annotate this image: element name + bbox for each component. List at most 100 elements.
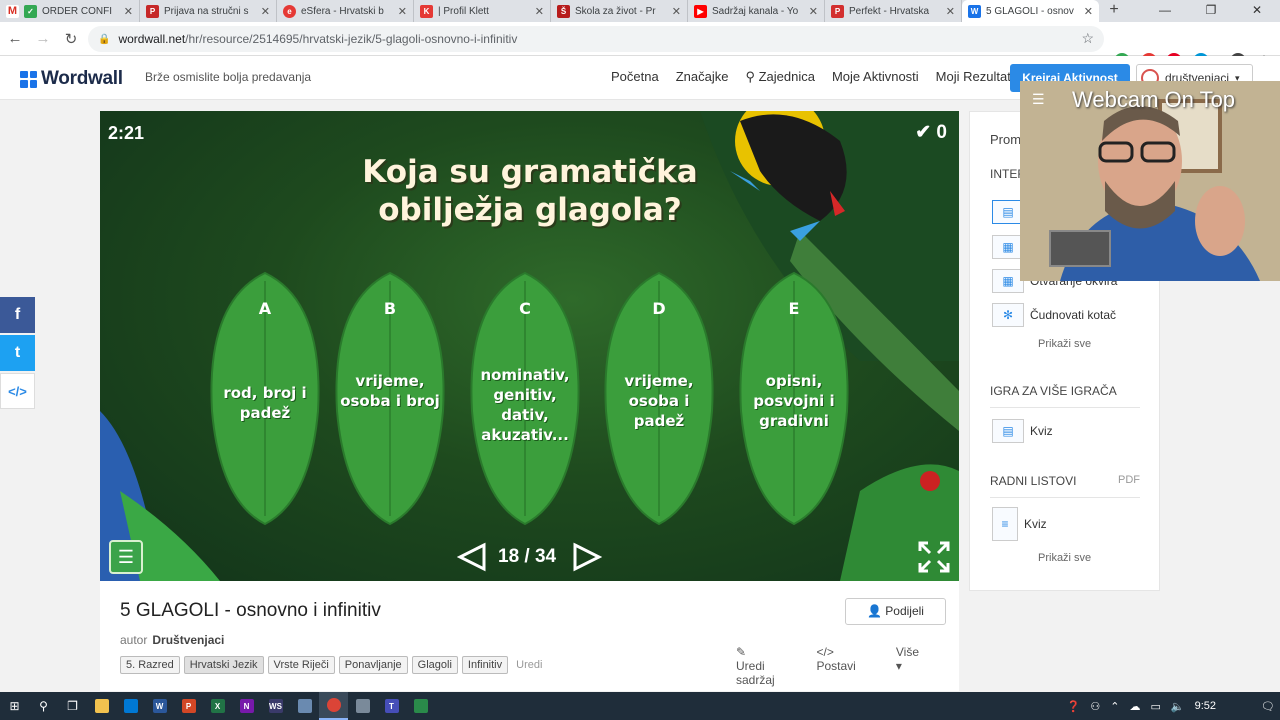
browser-tab[interactable]: M ✓ ORDER CONFI ✕	[0, 0, 140, 22]
browser-tab[interactable]: Š Škola za život - Pr ✕	[551, 0, 688, 22]
app-icon[interactable]	[348, 692, 377, 720]
author-link[interactable]: Društvenjaci	[152, 633, 224, 647]
browser-tab-active[interactable]: W5 GLAGOLI - osnov ✕	[962, 0, 1099, 22]
window-controls: — ❐ ✕	[1142, 0, 1280, 22]
app-ws-icon[interactable]: WS	[261, 692, 290, 720]
edit-tags-link[interactable]: Uredi	[516, 656, 542, 674]
onenote-icon[interactable]: N	[232, 692, 261, 720]
answer-leaf-d[interactable]: D vrijeme, osoba i padež	[600, 271, 718, 526]
app-icon[interactable]	[290, 692, 319, 720]
browser-tab[interactable]: P Prijava na stručni s ✕	[140, 0, 277, 22]
game-menu-button[interactable]: ☰	[109, 540, 143, 574]
close-tab-icon[interactable]: ✕	[672, 5, 681, 18]
notifications-icon[interactable]: 🗨	[1261, 700, 1275, 713]
tag[interactable]: Infinitiv	[461, 656, 509, 674]
wordwall-favicon-icon: W	[968, 4, 981, 18]
next-arrow-icon[interactable]	[572, 542, 602, 572]
reload-icon[interactable]: ↻	[58, 30, 84, 48]
favicon-icon: P	[831, 4, 844, 18]
score-display: ✔ 0	[915, 122, 947, 143]
facebook-share-button[interactable]: f	[0, 297, 35, 333]
task-view-icon[interactable]: ❐	[58, 692, 87, 720]
divider	[990, 497, 1140, 498]
show-all-link[interactable]: Prikaži sve	[1038, 338, 1091, 350]
embed-code-button[interactable]: </>	[0, 373, 35, 409]
hamburger-icon: ☰	[117, 547, 135, 567]
twitter-share-button[interactable]: t	[0, 335, 35, 371]
new-tab-button[interactable]: +	[1099, 0, 1129, 22]
close-tab-icon[interactable]: ✕	[398, 5, 407, 18]
close-tab-icon[interactable]: ✕	[809, 5, 818, 18]
browser-tab[interactable]: K | Profil Klett ✕	[414, 0, 551, 22]
answer-leaf-e[interactable]: E opisni, posvojni i gradivni	[735, 271, 853, 526]
top-navigation: Početna Značajke ⚲ Zajednica Moje Aktivn…	[611, 69, 1031, 85]
store-icon[interactable]	[116, 692, 145, 720]
close-tab-icon[interactable]: ✕	[535, 5, 544, 18]
nav-community[interactable]: ⚲ Zajednica	[745, 69, 815, 85]
tag[interactable]: Hrvatski Jezik	[183, 656, 264, 674]
excel-icon[interactable]: X	[203, 692, 232, 720]
check-icon: ✔	[915, 122, 937, 143]
tag[interactable]: 5. Razred	[120, 656, 180, 674]
bookmark-star-icon[interactable]: ☆	[1081, 30, 1094, 47]
powerpoint-icon[interactable]: P	[174, 692, 203, 720]
browser-tab[interactable]: ▶ Sadržaj kanala - Yo ✕	[688, 0, 825, 22]
back-icon[interactable]: ←	[2, 30, 28, 47]
people-icon[interactable]: ⚇	[1090, 700, 1100, 713]
url-path: /hr/resource/2514695/hrvatski-jezik/5-gl…	[185, 32, 518, 46]
wordwall-logo[interactable]: Wordwall	[20, 68, 123, 90]
webcam-overlay[interactable]: ☰ Webcam On Top	[1020, 81, 1280, 281]
minimize-button[interactable]: —	[1142, 0, 1188, 22]
fullscreen-icon[interactable]	[918, 541, 950, 573]
battery-icon[interactable]: ▭	[1151, 700, 1161, 713]
template-item-wheel[interactable]: ✻ Čudnovati kotač	[992, 303, 1116, 327]
help-icon[interactable]: ❓	[1067, 700, 1081, 713]
windows-start-icon[interactable]: ⊞	[0, 692, 29, 720]
url-bar[interactable]: 🔒 wordwall.net/hr/resource/2514695/hrvat…	[88, 26, 1104, 52]
volume-icon[interactable]: 🔈	[1171, 700, 1185, 713]
more-button[interactable]: Više ▾	[896, 645, 939, 687]
answer-leaf-b[interactable]: B vrijeme, osoba i broj	[331, 271, 449, 526]
word-icon[interactable]: W	[145, 692, 174, 720]
tag[interactable]: Ponavljanje	[338, 656, 408, 674]
user-icon: 👤	[867, 604, 886, 618]
close-tab-icon[interactable]: ✕	[1084, 5, 1093, 18]
nav-home[interactable]: Početna	[611, 69, 659, 85]
chrome-icon[interactable]	[319, 692, 348, 720]
answer-leaf-c[interactable]: C nominativ, genitiv, dativ, akuzativ...	[466, 271, 584, 526]
forward-icon[interactable]: →	[30, 30, 56, 47]
maximize-button[interactable]: ❐	[1188, 0, 1234, 22]
clock[interactable]: 9:52	[1195, 700, 1216, 712]
close-window-button[interactable]: ✕	[1234, 0, 1280, 22]
nav-my-results[interactable]: Moji Rezultati	[936, 69, 1014, 85]
share-button[interactable]: 👤 Podijeli	[845, 598, 946, 625]
browser-tab[interactable]: e eSfera - Hrvatski b ✕	[277, 0, 414, 22]
close-tab-icon[interactable]: ✕	[261, 5, 270, 18]
pdf-label: PDF	[1118, 474, 1140, 486]
close-tab-icon[interactable]: ✕	[946, 5, 955, 18]
tag[interactable]: Vrste Riječi	[267, 656, 335, 674]
youtube-icon: ▶	[694, 4, 707, 18]
pencil-icon: ✎	[736, 645, 747, 659]
file-explorer-icon[interactable]	[87, 692, 116, 720]
template-item-quiz[interactable]: ▤ Kviz	[992, 419, 1053, 443]
teams-icon[interactable]: T	[377, 692, 406, 720]
nav-features[interactable]: Značajke	[676, 69, 729, 85]
app-icon[interactable]	[406, 692, 435, 720]
worksheet-item-quiz[interactable]: ≡ Kviz	[992, 507, 1047, 541]
tagline: Brže osmislite bolja predavanja	[145, 70, 312, 84]
hamburger-icon[interactable]: ☰	[1032, 91, 1045, 108]
embed-button[interactable]: </> Postavi	[817, 645, 876, 687]
previous-arrow-icon[interactable]	[457, 542, 487, 572]
chevron-up-icon[interactable]: ⌃	[1110, 700, 1119, 713]
browser-tab[interactable]: P Perfekt - Hrvatska ✕	[825, 0, 962, 22]
edit-content-button[interactable]: ✎ Uredi sadržaj	[736, 645, 797, 687]
answer-leaf-a[interactable]: A rod, broj i padež	[206, 271, 324, 526]
search-icon[interactable]: ⚲	[29, 692, 58, 720]
close-tab-icon[interactable]: ✕	[124, 5, 133, 18]
network-icon[interactable]: ☁	[1130, 700, 1141, 713]
tag[interactable]: Glagoli	[411, 656, 458, 674]
show-all-link[interactable]: Prikaži sve	[1038, 552, 1091, 564]
game-canvas[interactable]: 2:21 ✔ 0 Koja su gramatička obilježja gl…	[100, 111, 959, 581]
nav-my-activities[interactable]: Moje Aktivnosti	[832, 69, 919, 85]
